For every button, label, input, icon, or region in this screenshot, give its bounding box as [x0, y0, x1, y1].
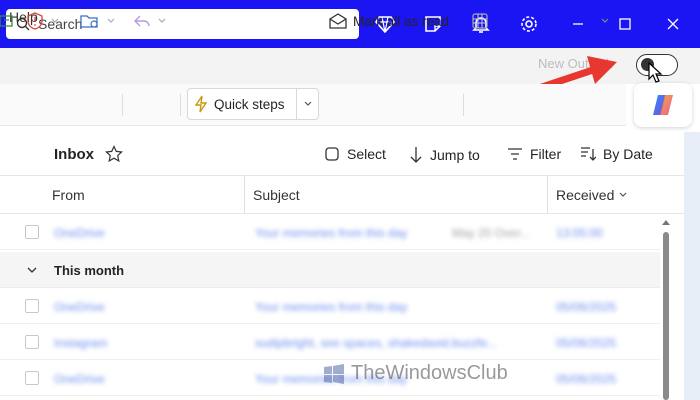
chevron-down-icon[interactable] — [618, 190, 628, 200]
scroll-up-arrow[interactable] — [661, 218, 671, 226]
sort-button[interactable]: By Date — [580, 146, 653, 162]
blurred-subject: Your memories from this day — [255, 300, 408, 314]
windows-logo-icon — [324, 363, 344, 384]
group-header[interactable]: This month — [0, 252, 660, 288]
reply-icon[interactable] — [133, 6, 167, 36]
scrollbar-thumb[interactable] — [663, 232, 669, 400]
blurred-preview: May 20 Over... — [452, 226, 531, 240]
close-icon[interactable] — [659, 10, 687, 38]
folder-title: Inbox — [54, 146, 94, 163]
blurred-sender: OneDrive — [54, 226, 105, 240]
mark-all-read-button[interactable]: Mark all as read — [329, 6, 449, 36]
message-row[interactable]: OneDrive Your memories from this day 05/… — [0, 288, 660, 324]
chevron-down-icon — [51, 18, 59, 23]
blurred-date: 13:05:00 — [556, 226, 603, 240]
chevron-down-icon — [158, 18, 166, 23]
mark-all-read-label: Mark all as read — [353, 13, 450, 29]
watermark: TheWindowsClub — [323, 362, 508, 385]
blurred-subject: sudipbright, see spaces, shakedavid.buzz… — [255, 336, 498, 350]
column-from[interactable]: From — [52, 187, 85, 203]
copilot-icon — [653, 95, 673, 115]
move-to-folder-icon[interactable] — [80, 6, 116, 36]
row-checkbox[interactable] — [25, 225, 39, 239]
blurred-subject: Your memories from this day — [255, 226, 408, 240]
column-header-row: From Subject Received — [0, 176, 684, 214]
column-divider — [244, 176, 245, 214]
select-label: Select — [347, 146, 386, 162]
chevron-down-icon — [601, 18, 609, 23]
lightning-icon — [194, 95, 208, 113]
blurred-date: 05/06/2025 — [556, 336, 617, 350]
watermark-text: TheWindowsClub — [351, 362, 508, 384]
filter-icon — [508, 148, 522, 160]
filter-button[interactable]: Filter — [507, 146, 561, 162]
minimize-icon[interactable] — [564, 10, 592, 38]
star-icon[interactable] — [105, 145, 123, 163]
view-grid-icon[interactable] — [472, 6, 488, 36]
chevron-down-icon — [27, 267, 37, 273]
quick-steps-dropdown[interactable] — [296, 89, 318, 119]
blurred-date: 05/06/2025 — [556, 372, 617, 386]
column-received[interactable]: Received — [556, 187, 614, 203]
mouse-cursor-icon — [648, 62, 663, 83]
row-checkbox[interactable] — [25, 335, 39, 349]
chevron-down-icon — [304, 101, 312, 106]
sort-icon — [581, 147, 596, 161]
copilot-button[interactable] — [634, 83, 692, 127]
maximize-icon[interactable] — [611, 10, 639, 38]
message-row[interactable]: OneDrive Your memories from this day May… — [0, 214, 660, 250]
column-subject[interactable]: Subject — [253, 187, 300, 203]
column-divider — [547, 176, 548, 214]
jump-to-label: Jump to — [430, 147, 480, 163]
blurred-sender: OneDrive — [54, 300, 105, 314]
blurred-sender: Instagram — [54, 336, 108, 350]
select-button[interactable]: Select — [324, 146, 386, 162]
sort-label: By Date — [603, 146, 653, 162]
ribbon-divider — [463, 94, 464, 116]
select-icon — [325, 147, 339, 161]
envelope-open-icon — [329, 13, 347, 29]
quick-steps-button[interactable]: Quick steps — [187, 88, 319, 120]
ribbon-overflow-dropdown[interactable] — [600, 6, 610, 36]
blurred-date: 05/06/2025 — [556, 300, 617, 314]
row-checkbox[interactable] — [25, 371, 39, 385]
quick-steps-label: Quick steps — [214, 96, 285, 112]
ribbon-divider — [180, 94, 181, 116]
gear-icon[interactable] — [515, 10, 543, 38]
filter-label: Filter — [530, 146, 562, 162]
arrow-down-icon — [410, 147, 422, 163]
archive-icon[interactable] — [0, 6, 14, 36]
blurred-sender: OneDrive — [54, 372, 105, 386]
group-label: This month — [54, 263, 125, 278]
row-checkbox[interactable] — [25, 299, 39, 313]
window-edge — [684, 132, 700, 400]
ribbon-divider — [122, 94, 123, 116]
jump-to-button[interactable]: Jump to — [409, 146, 480, 164]
report-icon[interactable] — [26, 6, 60, 36]
message-row[interactable]: Instagram sudipbright, see spaces, shake… — [0, 324, 660, 360]
chevron-down-icon — [107, 18, 115, 23]
